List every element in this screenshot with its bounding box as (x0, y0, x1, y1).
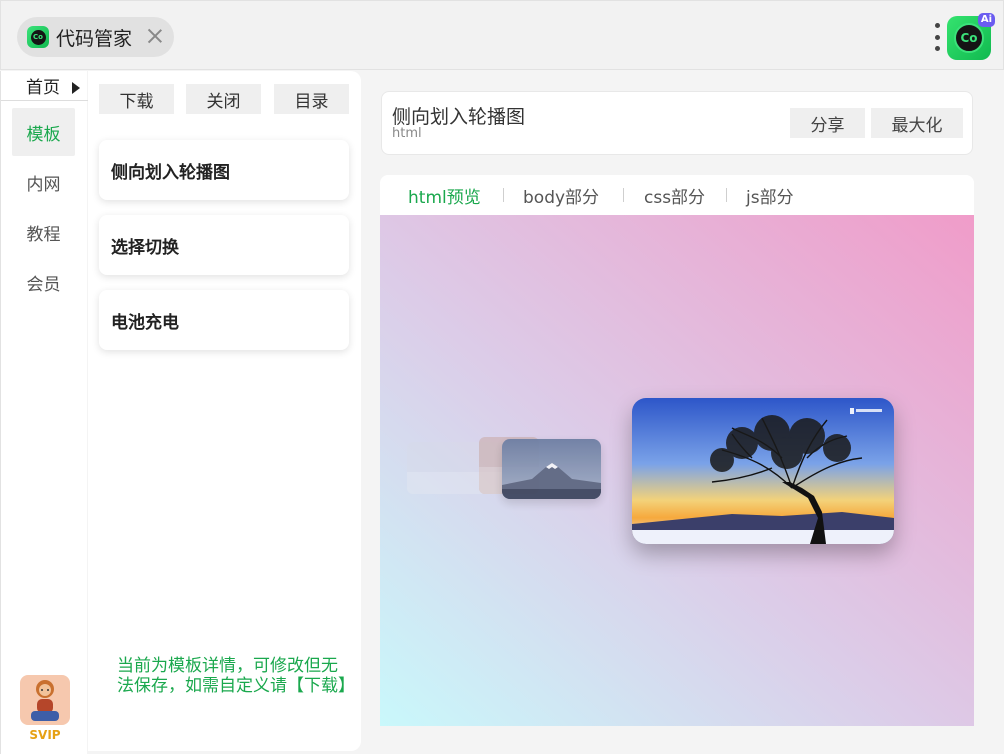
close-button[interactable]: 关闭 (186, 84, 261, 114)
code-tabs: html预览 body部分 css部分 js部分 (380, 175, 974, 215)
avatar (20, 675, 70, 725)
tab-css[interactable]: css部分 (644, 183, 705, 208)
template-panel: 下载 关闭 目录 侧向划入轮播图 选择切换 电池充电 当前为模板详情，可修改但无… (88, 71, 361, 751)
left-nav: 首页 模板 内网 教程 会员 SVIP (0, 71, 88, 754)
ai-badge: Ai (977, 13, 995, 27)
page-subtitle: html (392, 126, 422, 141)
template-card-battery-charging[interactable]: 电池充电 (99, 290, 349, 350)
share-button[interactable]: 分享 (790, 108, 865, 138)
close-icon[interactable] (146, 27, 164, 45)
ai-logo-text: Co (954, 23, 984, 53)
svip-label: SVIP (29, 728, 61, 742)
tab-divider (726, 188, 727, 202)
template-header: 侧向划入轮播图 html 分享 最大化 (381, 91, 973, 155)
template-card-select-switch[interactable]: 选择切换 (99, 215, 349, 275)
more-vertical-icon[interactable] (933, 23, 941, 51)
nav-home-label: 首页 (26, 78, 60, 98)
download-button[interactable]: 下载 (99, 84, 174, 114)
nav-item-intranet[interactable]: 内网 (12, 158, 75, 206)
app-logo-icon: Co (27, 26, 49, 48)
nav-item-membership[interactable]: 会员 (12, 258, 75, 306)
catalog-button[interactable]: 目录 (274, 84, 349, 114)
carousel-slide[interactable] (502, 439, 601, 499)
html-preview-stage (380, 215, 974, 726)
tab-divider (623, 188, 624, 202)
page-title: 侧向划入轮播图 (392, 106, 526, 128)
tab-divider (503, 188, 504, 202)
template-card-slide-carousel[interactable]: 侧向划入轮播图 (99, 140, 349, 200)
app-tab-title: 代码管家 (56, 27, 133, 50)
tab-html-preview[interactable]: html预览 (408, 183, 481, 208)
ai-assistant-button[interactable]: Co Ai (947, 13, 995, 60)
svip-badge[interactable]: SVIP (20, 675, 70, 747)
tab-body[interactable]: body部分 (523, 183, 599, 208)
app-tab[interactable]: Co 代码管家 (17, 17, 174, 57)
app-logo-text: Co (30, 29, 46, 45)
title-bar: Co 代码管家 Co Ai (0, 0, 1004, 70)
template-notice: 当前为模板详情，可修改但无法保存，如需自定义请【下载】 (117, 656, 355, 696)
carousel-slide-active[interactable] (632, 398, 894, 544)
preview-panel: html预览 body部分 css部分 js部分 (380, 175, 974, 726)
nav-item-templates[interactable]: 模板 (12, 108, 75, 156)
play-arrow-icon (72, 82, 80, 94)
tab-js[interactable]: js部分 (746, 183, 794, 208)
maximize-button[interactable]: 最大化 (871, 108, 963, 138)
nav-home[interactable]: 首页 (1, 71, 88, 101)
nav-item-tutorials[interactable]: 教程 (12, 208, 75, 256)
